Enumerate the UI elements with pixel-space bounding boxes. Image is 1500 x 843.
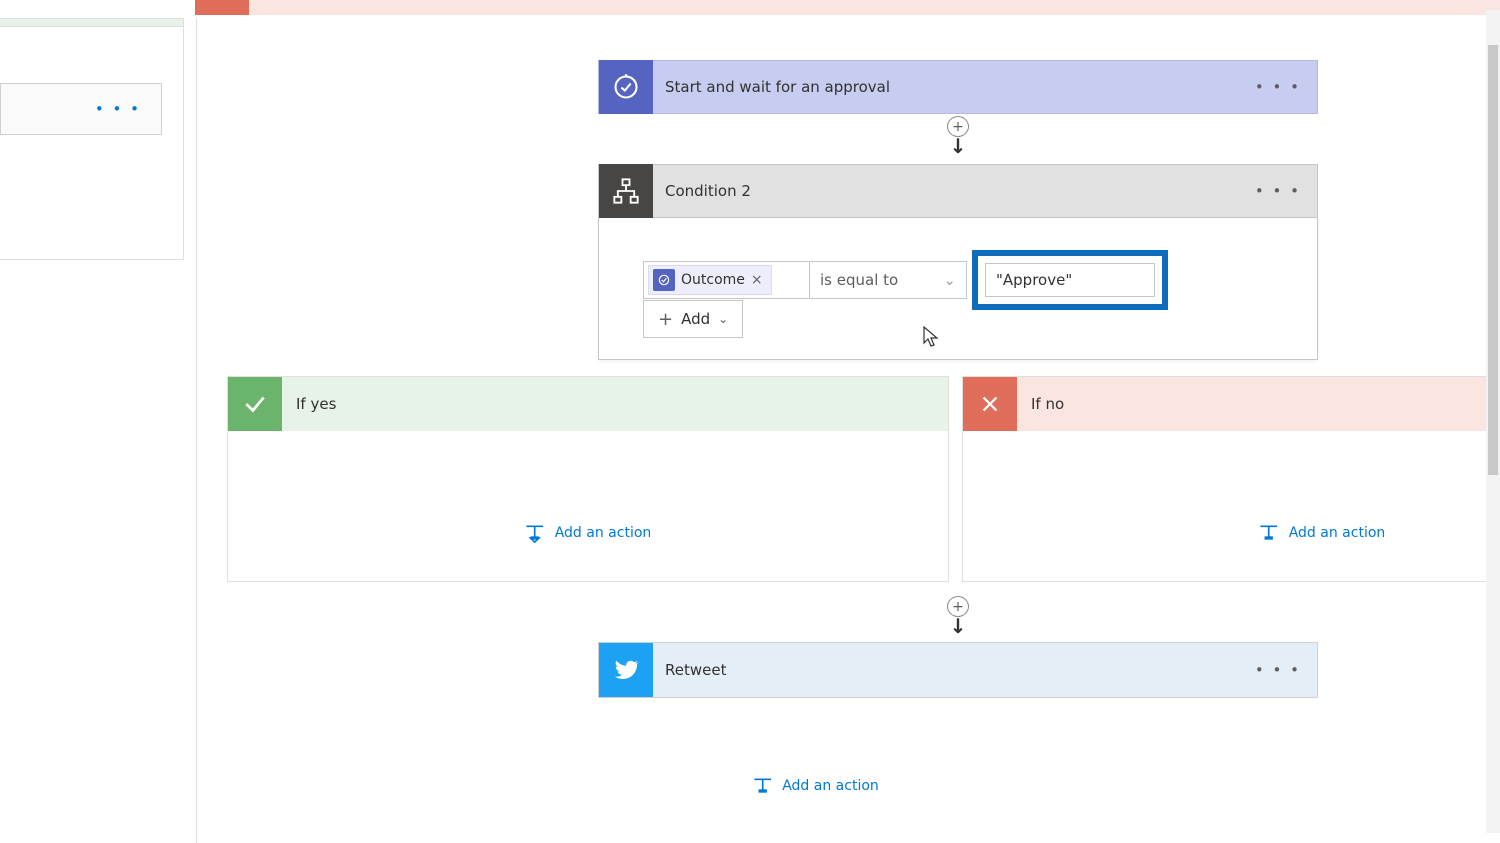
outer-if-no-label: If no (263, 0, 296, 2)
add-action-bottom-button[interactable]: Add an action (752, 776, 879, 796)
x-icon (963, 377, 1017, 431)
condition-menu-button[interactable]: • • • (1239, 182, 1317, 200)
scrollbar-thumb[interactable] (1488, 45, 1498, 475)
condition-body: Outcome × is equal to ⌄ + Add ⌄ (598, 218, 1318, 360)
if-yes-branch: If yes Add an action (227, 376, 949, 582)
add-action-no-button[interactable]: Add an action (1259, 523, 1386, 543)
approval-token-icon (653, 269, 675, 291)
approval-action-card[interactable]: Start and wait for an approval • • • (598, 60, 1318, 114)
vertical-scrollbar[interactable] (1486, 10, 1500, 833)
approval-menu-button[interactable]: • • • (1239, 78, 1317, 96)
add-button-label: Add (681, 310, 710, 328)
condition-icon (599, 164, 653, 218)
add-action-icon (1259, 523, 1279, 543)
add-action-icon (525, 523, 545, 543)
twitter-icon (599, 643, 653, 697)
condition-header[interactable]: Condition 2 • • • (598, 164, 1318, 218)
if-yes-header: If yes (228, 377, 948, 431)
add-condition-button[interactable]: + Add ⌄ (643, 300, 743, 338)
outcome-token[interactable]: Outcome × (648, 265, 772, 295)
x-icon (195, 0, 249, 15)
add-action-yes-button[interactable]: Add an action (525, 523, 652, 543)
outer-if-yes-header-sliver (0, 19, 183, 27)
retweet-title: Retweet (653, 661, 1239, 679)
condition-operator-dropdown[interactable]: is equal to ⌄ (810, 261, 967, 299)
arrow-down-icon: ↓ (950, 134, 967, 158)
retweet-action-card[interactable]: Retweet • • • (598, 642, 1318, 698)
outcome-token-label: Outcome (681, 272, 745, 288)
condition-value-input[interactable] (985, 263, 1155, 297)
plus-icon: + (658, 309, 673, 330)
add-action-icon (752, 776, 772, 796)
mouse-cursor-icon (923, 326, 941, 348)
approval-icon (599, 60, 653, 114)
approval-title: Start and wait for an approval (653, 78, 1239, 96)
if-no-label: If no (1031, 395, 1064, 413)
insert-step-button[interactable]: + ↓ (946, 116, 970, 158)
flow-canvas: Start and wait for an approval • • • + ↓… (196, 18, 1434, 843)
token-remove-button[interactable]: × (751, 272, 763, 288)
if-yes-label: If yes (296, 395, 336, 413)
arrow-down-icon: ↓ (950, 614, 967, 638)
retweet-menu-button[interactable]: • • • (1239, 661, 1317, 679)
check-icon (228, 377, 282, 431)
chevron-down-icon: ⌄ (943, 271, 956, 289)
outer-if-yes-branch-partial: • • • (0, 18, 184, 260)
operator-label: is equal to (820, 271, 898, 289)
add-action-bottom-label: Add an action (782, 778, 879, 794)
add-action-no-label: Add an action (1289, 525, 1386, 541)
partial-action-card[interactable]: • • • (0, 83, 162, 135)
condition-title: Condition 2 (653, 182, 1239, 200)
condition-value-highlight (972, 250, 1168, 310)
if-no-branch: If no Add an action (962, 376, 1500, 582)
chevron-down-icon: ⌄ (718, 312, 728, 326)
insert-step-button[interactable]: + ↓ (946, 596, 970, 638)
outer-if-no-header: If no (195, 0, 1500, 15)
condition-left-operand[interactable]: Outcome × (643, 261, 810, 299)
more-menu-icon[interactable]: • • • (95, 100, 141, 118)
add-action-yes-label: Add an action (555, 525, 652, 541)
if-no-header: If no (963, 377, 1500, 431)
